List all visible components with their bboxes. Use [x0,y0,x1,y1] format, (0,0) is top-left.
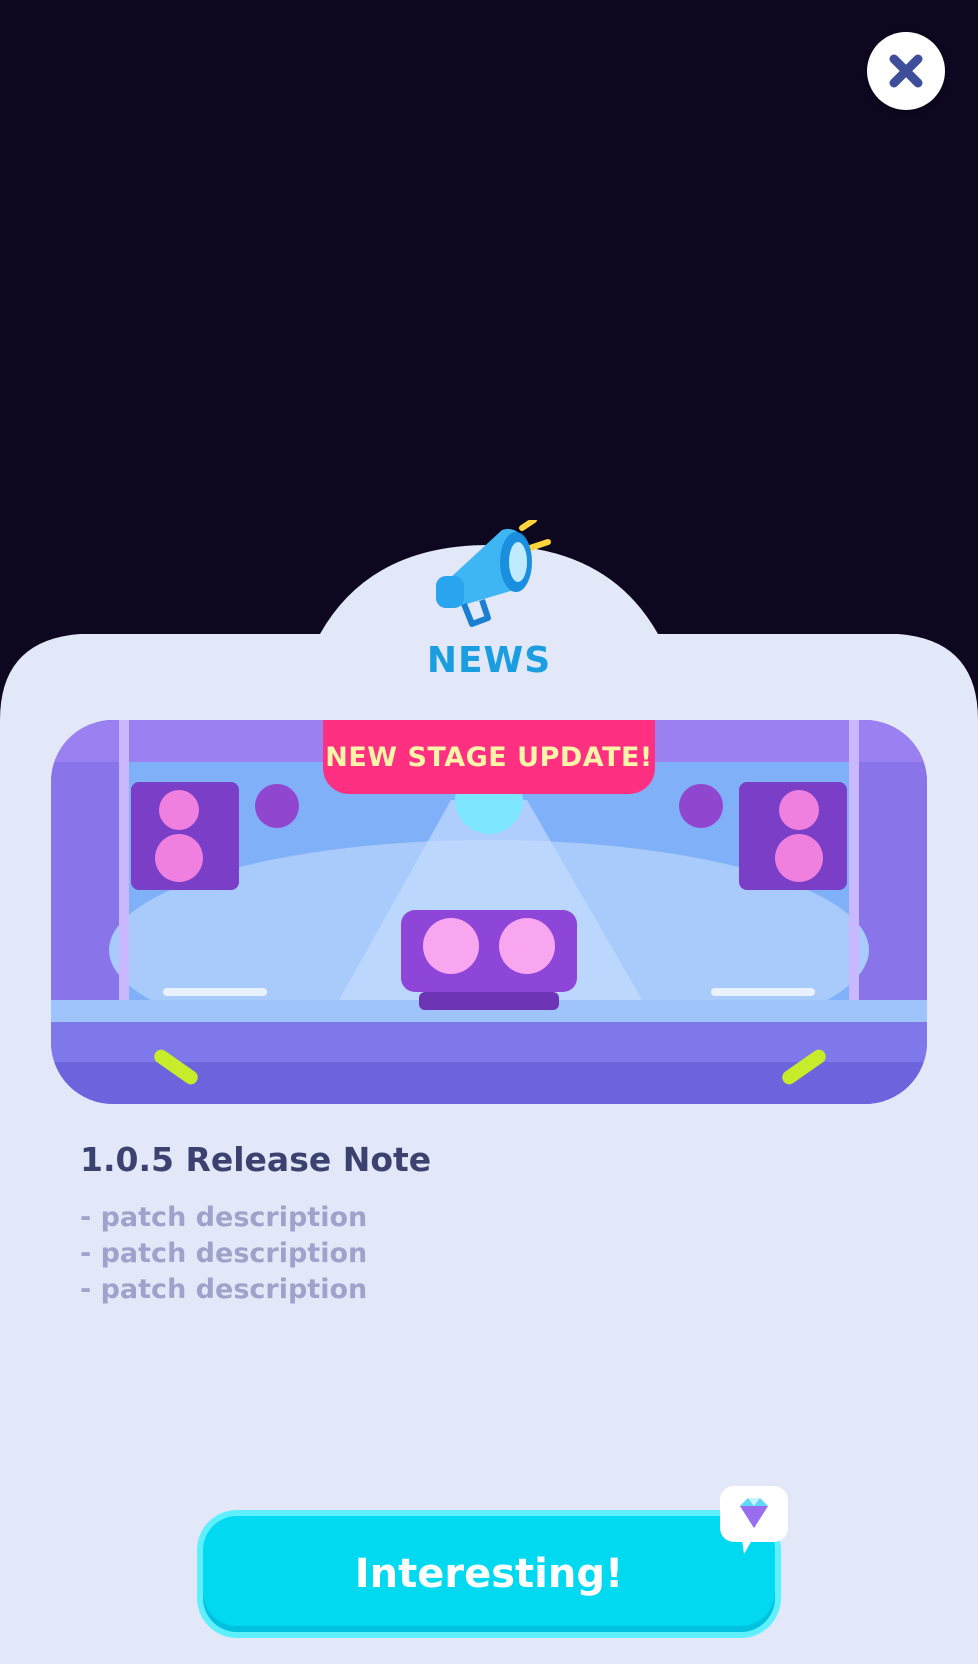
interesting-button-face[interactable]: Interesting! [203,1516,775,1632]
close-button[interactable] [867,32,945,110]
gem-icon [720,1486,788,1554]
news-title: NEWS [426,640,552,681]
release-note-title: 1.0.5 Release Note [80,1140,432,1179]
interesting-button-label: Interesting! [354,1551,624,1597]
list-item: - patch description [80,1238,368,1269]
interesting-button[interactable]: Interesting! [197,1510,781,1638]
list-item: - patch description [80,1274,368,1305]
megaphone-icon [436,520,551,627]
new-stage-badge: NEW STAGE UPDATE! [323,720,655,794]
news-screen: NEWS NEW STAGE UPDATE! 1.0.5 Release Not… [0,0,978,1664]
close-icon [889,54,923,88]
release-note-list: - patch description - patch description … [80,1200,367,1308]
list-item: - patch description [80,1202,368,1233]
